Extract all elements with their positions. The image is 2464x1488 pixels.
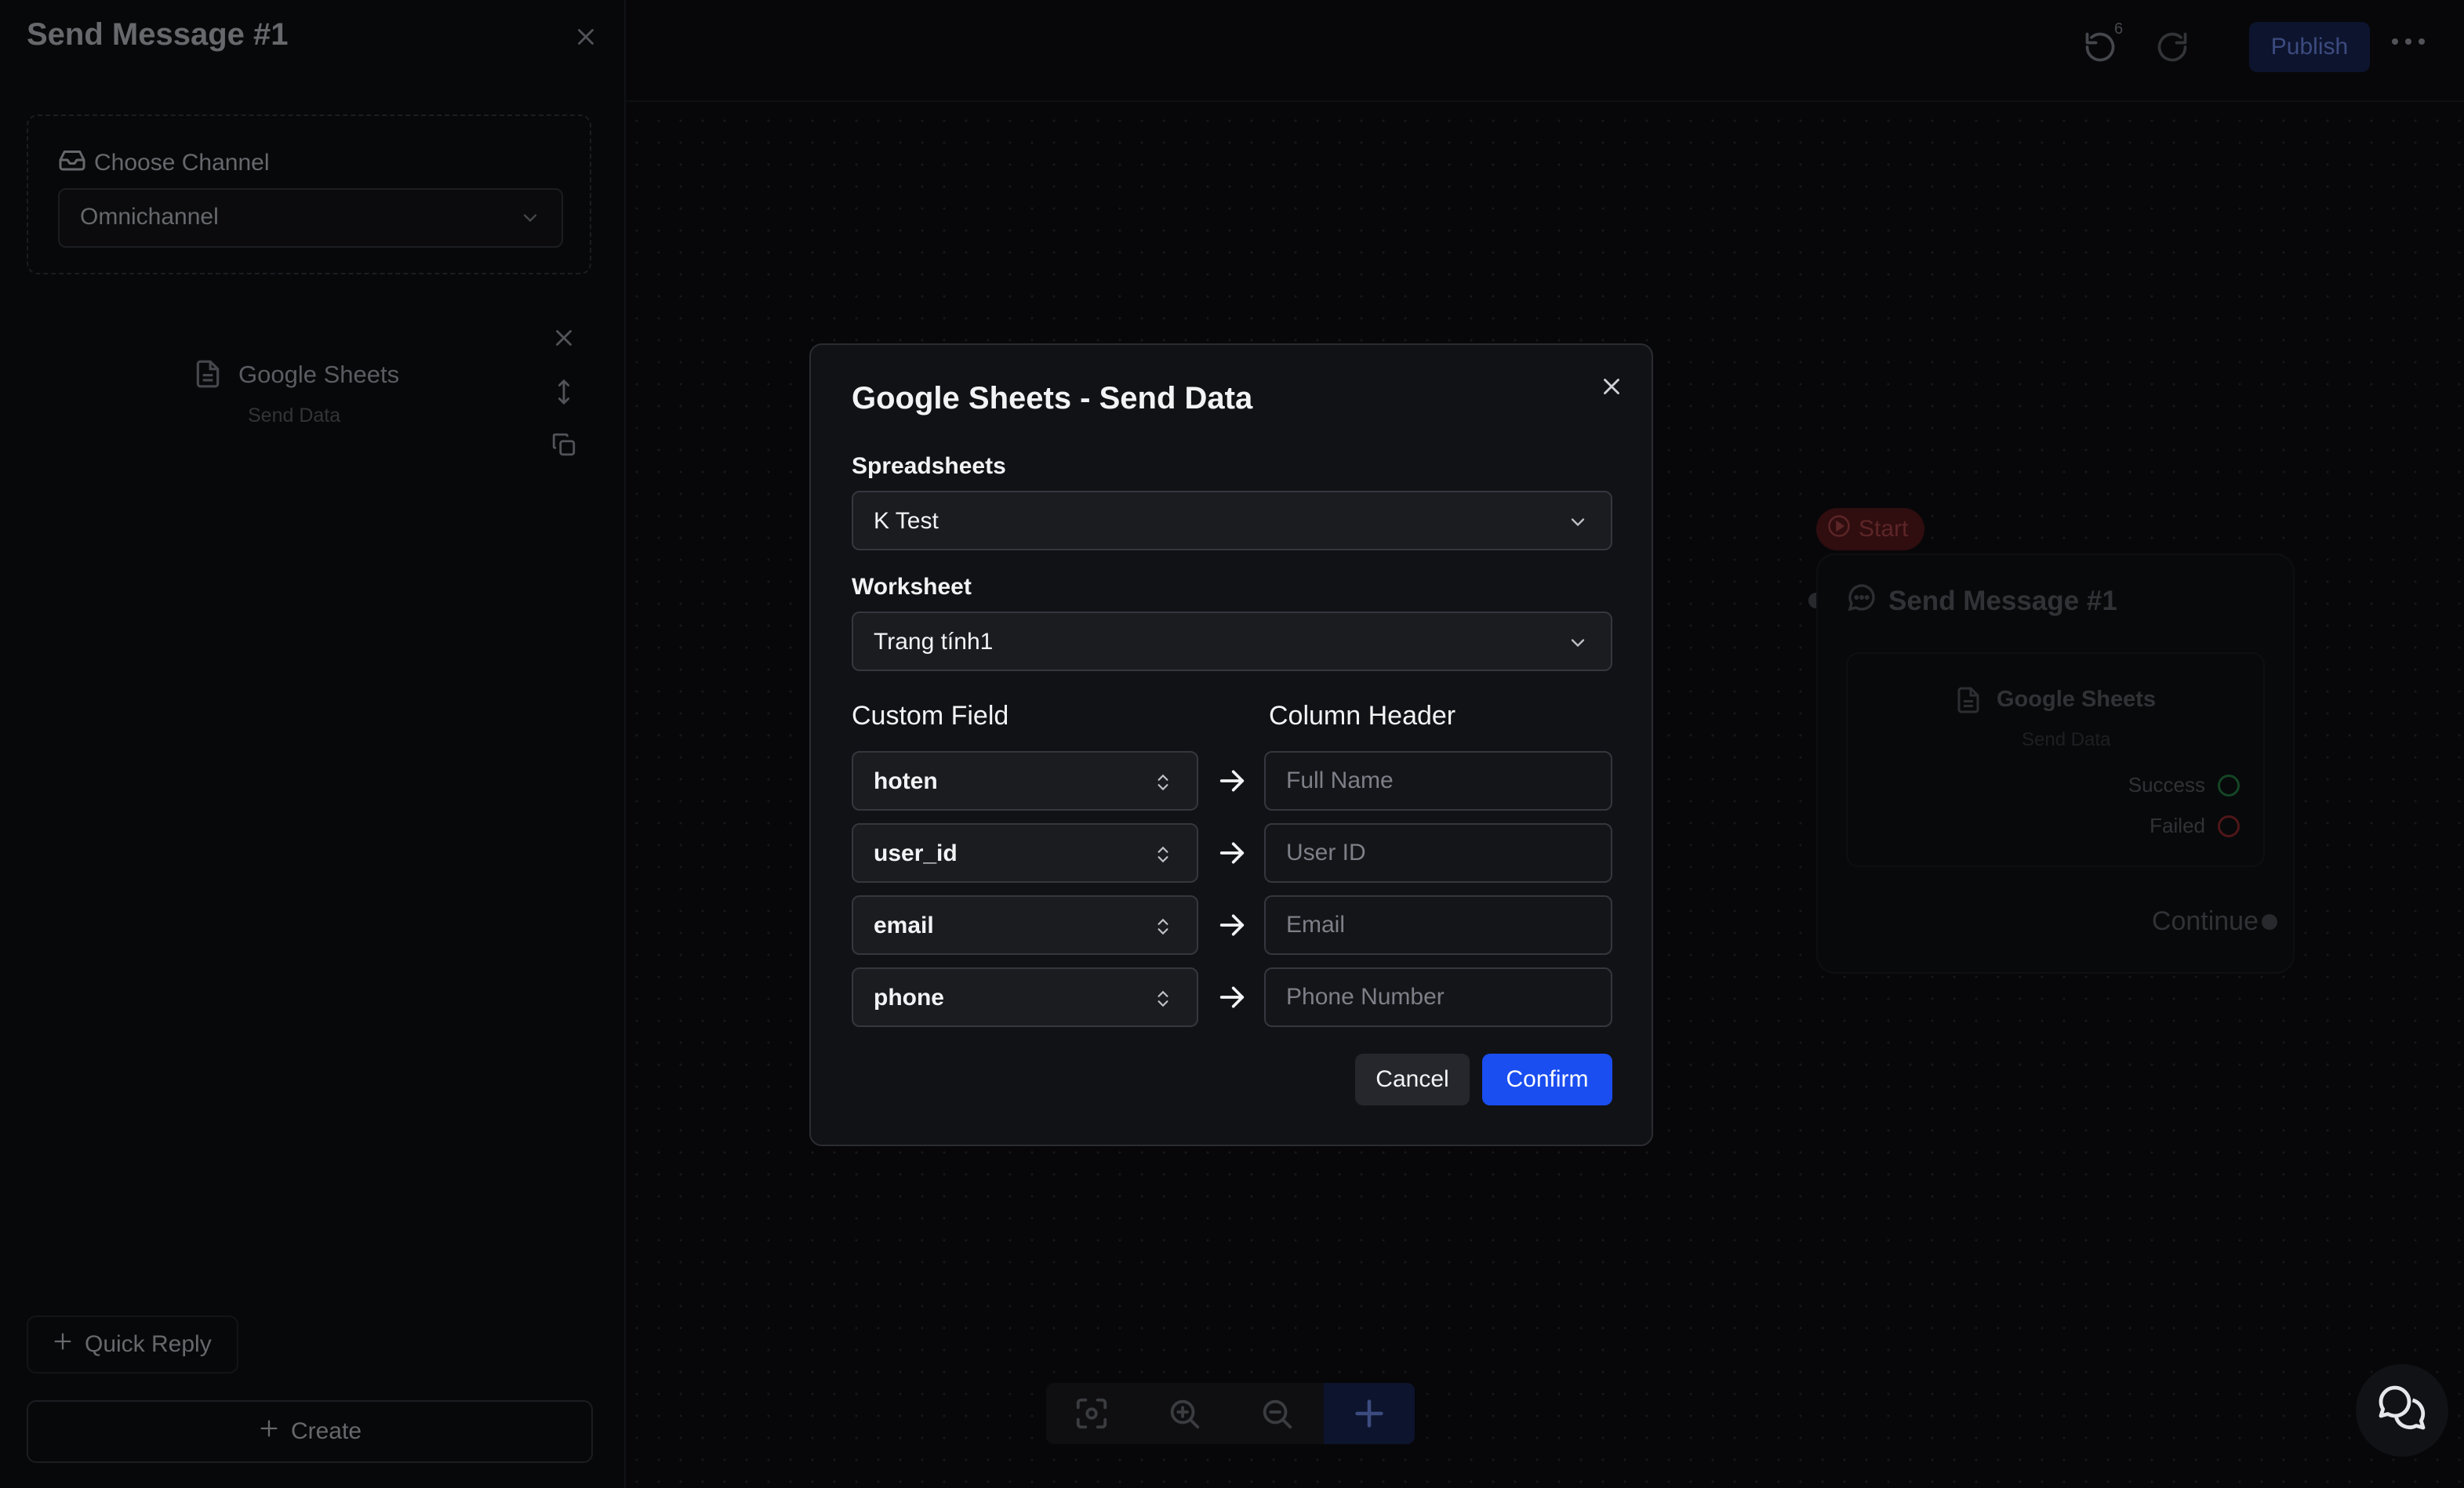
mapping-row: user_id [852,823,1612,883]
arrow-right-icon [1216,837,1248,873]
column-header-input[interactable] [1264,967,1612,1027]
column-header-input[interactable] [1264,895,1612,955]
dialog-title: Google Sheets - Send Data [852,381,1253,416]
worksheet-label: Worksheet [852,574,972,600]
mapping-row: email [852,895,1612,955]
confirm-button[interactable]: Confirm [1482,1054,1612,1105]
custom-field-select[interactable]: email [852,895,1198,955]
chat-bubbles-icon [2374,1381,2430,1441]
chevron-down-icon [1571,518,1585,527]
close-icon[interactable] [1598,373,1625,400]
mapping-row: phone [852,967,1612,1027]
worksheet-select[interactable]: Trang tính1 [852,612,1612,671]
custom-field-header: Custom Field [852,701,1009,731]
custom-field-select[interactable]: user_id [852,823,1198,883]
chevron-up-down-icon [1157,990,1168,1007]
spreadsheets-label: Spreadsheets [852,453,1006,479]
cancel-button[interactable]: Cancel [1355,1054,1470,1105]
spreadsheets-select[interactable]: K Test [852,491,1612,550]
chat-support-button[interactable] [2356,1364,2448,1457]
chevron-down-icon [1571,639,1585,648]
column-header-input[interactable] [1264,751,1612,811]
custom-field-select[interactable]: phone [852,967,1198,1027]
chevron-up-down-icon [1157,846,1168,863]
custom-field-select[interactable]: hoten [852,751,1198,811]
google-sheets-dialog: Google Sheets - Send Data Spreadsheets K… [809,343,1653,1146]
column-header-input[interactable] [1264,823,1612,883]
arrow-right-icon [1216,765,1248,800]
chevron-up-down-icon [1157,774,1168,791]
column-header-header: Column Header [1269,701,1456,731]
chevron-up-down-icon [1157,918,1168,935]
mapping-row: hoten [852,751,1612,811]
arrow-right-icon [1216,909,1248,945]
arrow-right-icon [1216,982,1248,1017]
